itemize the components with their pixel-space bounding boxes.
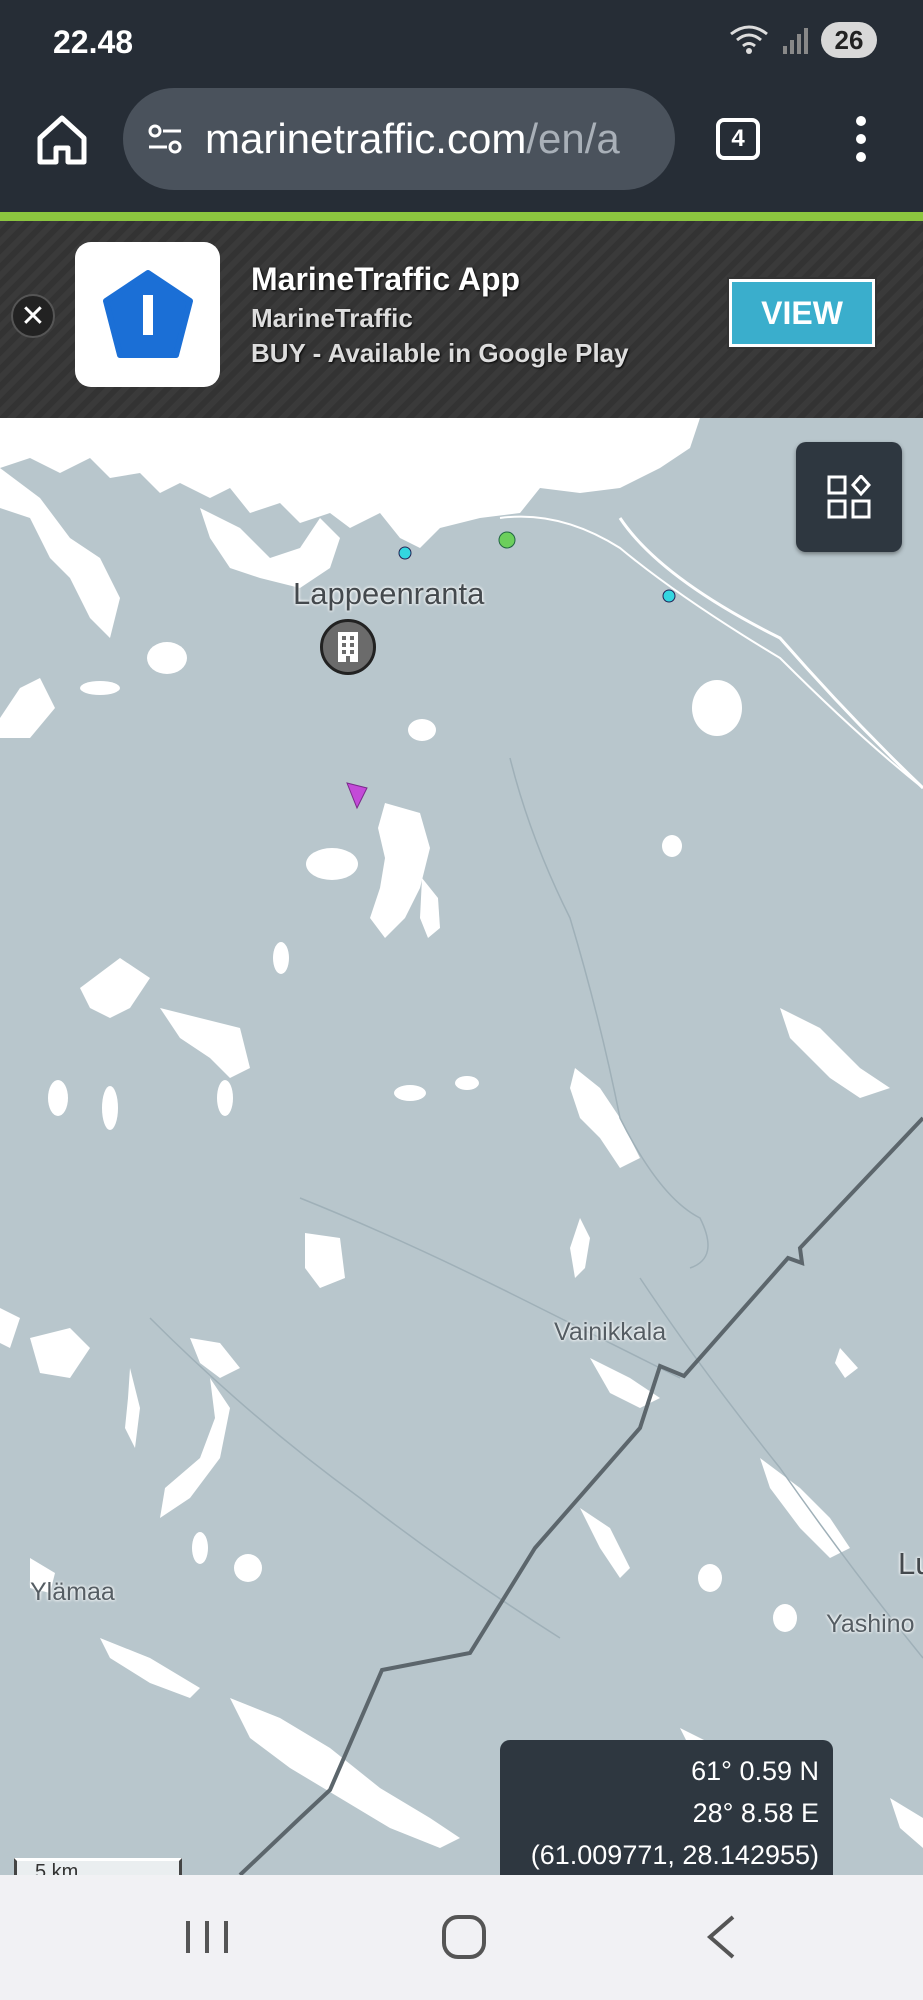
site-settings-icon[interactable] bbox=[145, 119, 185, 159]
port-icon[interactable] bbox=[320, 619, 376, 675]
view-button[interactable]: VIEW bbox=[727, 277, 877, 349]
app-install-banner: ✕ MarineTraffic App MarineTraffic BUY - … bbox=[0, 221, 923, 418]
home-button-icon[interactable] bbox=[429, 1905, 499, 1969]
signal-icon bbox=[783, 28, 808, 54]
place-label-lu: Lu bbox=[898, 1546, 923, 1581]
scale-bar: 5 km bbox=[14, 1858, 182, 1875]
recent-apps-icon[interactable] bbox=[172, 1905, 242, 1969]
url-text: marinetraffic.com/en/a bbox=[205, 115, 655, 163]
latitude-text: 61° 0.59 N bbox=[691, 1756, 819, 1786]
system-nav-bar bbox=[0, 1875, 923, 2000]
place-label-ylamaa: Ylämaa bbox=[30, 1578, 115, 1606]
address-bar[interactable]: marinetraffic.com/en/a bbox=[123, 88, 675, 190]
status-icons: 26 bbox=[729, 22, 877, 58]
app-availability: BUY - Available in Google Play bbox=[251, 338, 629, 368]
url-path: /en/a bbox=[526, 115, 620, 162]
accent-divider bbox=[0, 212, 923, 221]
battery-indicator: 26 bbox=[821, 22, 877, 58]
url-host: marinetraffic.com bbox=[205, 115, 527, 162]
map-layers-button[interactable] bbox=[796, 442, 902, 552]
status-time: 22.48 bbox=[53, 24, 134, 60]
tab-switcher-button[interactable]: 4 bbox=[716, 118, 760, 160]
layers-icon bbox=[827, 475, 871, 519]
app-title: MarineTraffic App bbox=[251, 261, 521, 297]
place-label-vainikkala: Vainikkala bbox=[554, 1318, 667, 1346]
close-icon[interactable]: ✕ bbox=[11, 294, 55, 338]
place-label-yashino: Yashino bbox=[826, 1610, 915, 1638]
coordinates-readout: 61° 0.59 N 28° 8.58 E (61.009771, 28.142… bbox=[500, 1740, 833, 1875]
more-menu-icon[interactable] bbox=[851, 114, 871, 164]
decimal-coordinates-text: (61.009771, 28.142955) bbox=[530, 1840, 819, 1870]
wifi-icon bbox=[730, 25, 768, 54]
place-label-lappeenranta: Lappeenranta bbox=[293, 576, 485, 611]
home-icon[interactable] bbox=[32, 110, 92, 170]
status-bar: 22.48 26 bbox=[0, 0, 923, 88]
app-developer: MarineTraffic bbox=[251, 303, 413, 333]
back-icon[interactable] bbox=[688, 1905, 758, 1969]
app-logo-icon bbox=[75, 242, 220, 387]
browser-toolbar: marinetraffic.com/en/a 4 bbox=[0, 88, 923, 212]
map-base-layer bbox=[0, 418, 923, 1875]
map-canvas[interactable]: Lappeenranta Vainikkala Ylämaa Yashino L… bbox=[0, 418, 923, 1875]
longitude-text: 28° 8.58 E bbox=[692, 1798, 819, 1828]
